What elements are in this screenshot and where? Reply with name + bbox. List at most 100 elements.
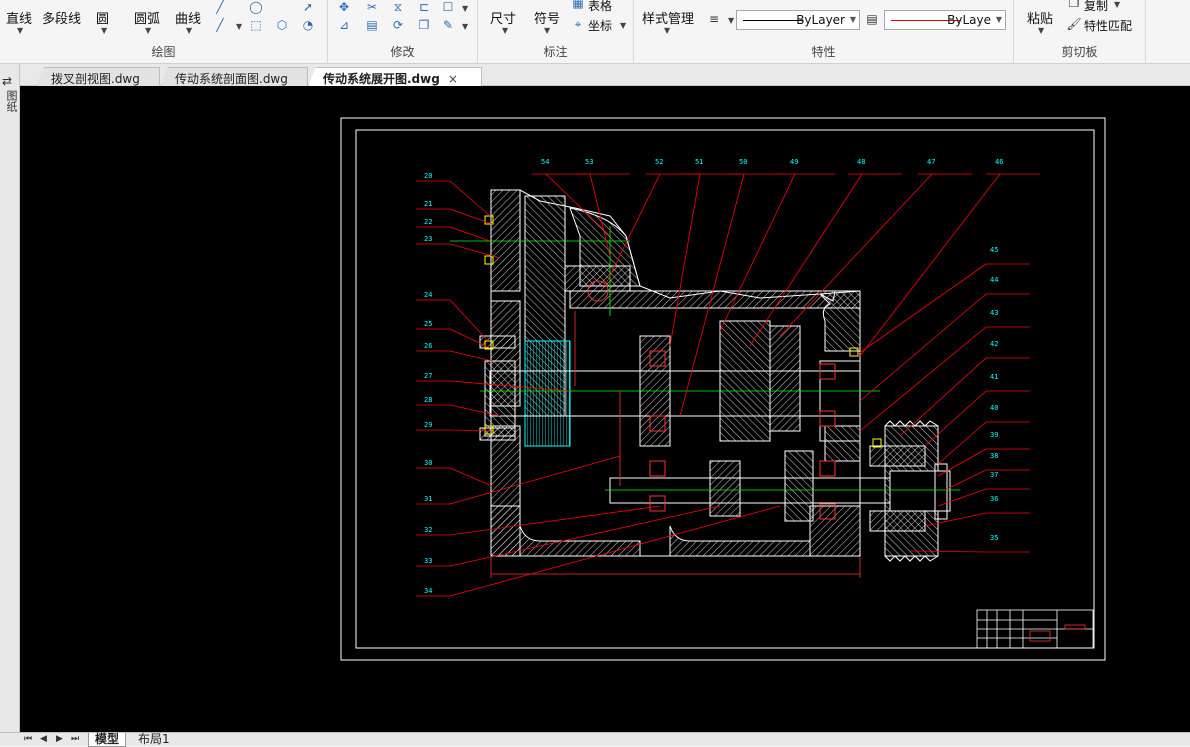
copy-object-icon[interactable]: ❐	[416, 18, 432, 32]
leader-line	[449, 455, 621, 505]
coordinate-button[interactable]: 坐标	[588, 17, 612, 34]
linetype-value: ByLayer	[796, 13, 845, 27]
chevron-down-icon[interactable]: ▼	[1038, 26, 1044, 35]
chevron-down-icon[interactable]: ▼	[664, 26, 670, 35]
callout-number: 29	[424, 421, 432, 429]
chevron-down-icon[interactable]: ▼	[728, 16, 734, 25]
trim-icon[interactable]: ✂	[364, 0, 380, 14]
chevron-down-icon[interactable]: ▼	[502, 26, 508, 35]
callout-number: 44	[990, 276, 998, 284]
next-page-icon[interactable]: ▶	[56, 734, 63, 744]
leader-line	[937, 448, 987, 477]
chevron-down-icon[interactable]: ▼	[544, 26, 550, 35]
callout-number: 37	[990, 471, 998, 479]
tab-label: 传动系统展开图.dwg	[323, 72, 440, 86]
sheet-manager-icon[interactable]: ⇄	[2, 74, 12, 88]
table-button[interactable]: 表格	[588, 0, 612, 14]
callout-number: 31	[424, 495, 432, 503]
hatch-pattern-icon[interactable]: ▤	[864, 12, 880, 26]
leader-line	[669, 173, 701, 347]
linetype-select[interactable]: ByLayer ▼	[736, 10, 860, 30]
leader-line	[857, 263, 987, 355]
color-select[interactable]: ByLaye ▼	[884, 10, 1006, 30]
callout-number: 47	[927, 158, 935, 166]
callout-number: 23	[424, 235, 432, 243]
leader-line	[449, 299, 489, 342]
callout-number: 36	[990, 495, 998, 503]
prev-page-icon[interactable]: ◀	[40, 734, 47, 744]
edit-icon[interactable]: ✎	[440, 18, 456, 32]
chevron-down-icon[interactable]: ▼	[620, 21, 626, 30]
lineweight-icon[interactable]: ≡	[706, 12, 722, 26]
chevron-down-icon[interactable]: ▼	[236, 22, 242, 31]
callout-number: 27	[424, 372, 432, 380]
chevron-down-icon: ▼	[995, 15, 1002, 24]
match-properties-icon[interactable]: 🖌	[1066, 17, 1082, 31]
table-icon[interactable]: ▦	[570, 0, 586, 10]
leader-line	[449, 350, 493, 362]
callout-number: 22	[424, 218, 432, 226]
tab-model[interactable]: 模型	[88, 733, 127, 747]
tab-drive-expansion[interactable]: 传动系统展开图.dwg ×	[308, 67, 482, 86]
chevron-down-icon[interactable]: ▼	[1114, 0, 1120, 9]
leader-line	[924, 390, 987, 447]
rectangle-icon[interactable]: ⬚	[248, 18, 264, 32]
pencil-icon[interactable]: ╱	[212, 0, 228, 14]
first-page-icon[interactable]: ⏮	[24, 734, 32, 744]
callout-number: 39	[990, 431, 998, 439]
line-button[interactable]: 直线	[6, 8, 32, 27]
match-properties-button[interactable]: 特性匹配	[1084, 17, 1132, 34]
last-page-icon[interactable]: ⏭	[71, 734, 79, 744]
chevron-down-icon[interactable]: ▼	[145, 26, 151, 35]
dimension-button[interactable]: 尺寸	[490, 8, 516, 27]
chevron-down-icon[interactable]: ▼	[101, 26, 107, 35]
tab-label: 传动系统剖面图.dwg	[175, 72, 288, 86]
ribbon-group-properties: 样式管理 ▼ ≡ ▼ ByLayer ▼ ▤ ByLaye ▼ 特性	[634, 0, 1014, 64]
layout-tab-bar: ⏮ ◀ ▶ ⏭ 模型 布局1	[0, 732, 1190, 747]
callout-number: 20	[424, 172, 432, 180]
copy-icon[interactable]: ❐	[1066, 0, 1082, 10]
coordinate-icon[interactable]: ⌖	[570, 17, 586, 31]
cad-drawing[interactable]: 54 53 52 51 50 49 48 47 46 20 21 22 23 24 25 26 27 28 29 30…	[20, 86, 1190, 732]
chevron-down-icon[interactable]: ▼	[17, 26, 23, 35]
callout-number: 46	[995, 158, 1003, 166]
rotate-icon[interactable]: ⟳	[390, 18, 406, 32]
symbol-button[interactable]: 符号	[534, 8, 560, 27]
callout-number: 25	[424, 320, 432, 328]
tab-fork-section[interactable]: 拨叉剖视图.dwg	[36, 67, 160, 86]
ribbon: 直线 ▼ 多段线 圆 ▼ 圆弧 ▼ 曲线 ▼ ╱ ◯ ➚ ╱ ▼ ⬚ ⬡ ◔ 绘…	[0, 0, 1190, 64]
box-icon[interactable]: ☐	[440, 0, 456, 14]
region-icon[interactable]: ◔	[300, 18, 316, 32]
offset-icon[interactable]: ⊏	[416, 0, 432, 14]
stretch-icon[interactable]: ▤	[364, 18, 380, 32]
drawing-canvas[interactable]: 54 53 52 51 50 49 48 47 46 20 21 22 23 24 25 26 27 28 29 30…	[20, 86, 1190, 732]
sidebar-label[interactable]: 图纸	[3, 90, 19, 112]
chevron-down-icon[interactable]: ▼	[186, 26, 192, 35]
close-icon[interactable]: ×	[448, 72, 458, 86]
chevron-down-icon[interactable]: ▼	[462, 22, 468, 31]
tab-drive-section[interactable]: 传动系统剖面图.dwg	[160, 67, 308, 86]
polygon-icon[interactable]: ⬡	[274, 18, 290, 32]
arc-button[interactable]: 圆弧	[134, 8, 160, 27]
callout-number: 33	[424, 557, 432, 565]
style-manager-button[interactable]: 样式管理	[642, 8, 694, 27]
callout-number: 38	[990, 452, 998, 460]
mirror-icon[interactable]: ⧖	[390, 0, 406, 14]
callout-number: 28	[424, 396, 432, 404]
tab-layout1[interactable]: 布局1	[132, 733, 176, 747]
callout-number: 30	[424, 459, 432, 467]
draw-group-label: 绘图	[151, 45, 176, 59]
copy-button[interactable]: 复制	[1084, 0, 1108, 14]
paste-button[interactable]: 粘贴	[1027, 8, 1053, 27]
ray-icon[interactable]: ╱	[212, 18, 228, 32]
scale-icon[interactable]: ⊿	[336, 18, 352, 32]
shape-icon[interactable]: ◯	[248, 0, 264, 14]
chevron-down-icon[interactable]: ▼	[462, 4, 468, 13]
pointer-icon[interactable]: ➚	[300, 0, 316, 14]
circle-button[interactable]: 圆	[96, 8, 109, 27]
move-icon[interactable]: ✥	[336, 0, 352, 14]
polyline-button[interactable]: 多段线	[42, 8, 81, 27]
curve-button[interactable]: 曲线	[175, 8, 201, 27]
callout-number: 45	[990, 246, 998, 254]
callout-number: 35	[990, 534, 998, 542]
